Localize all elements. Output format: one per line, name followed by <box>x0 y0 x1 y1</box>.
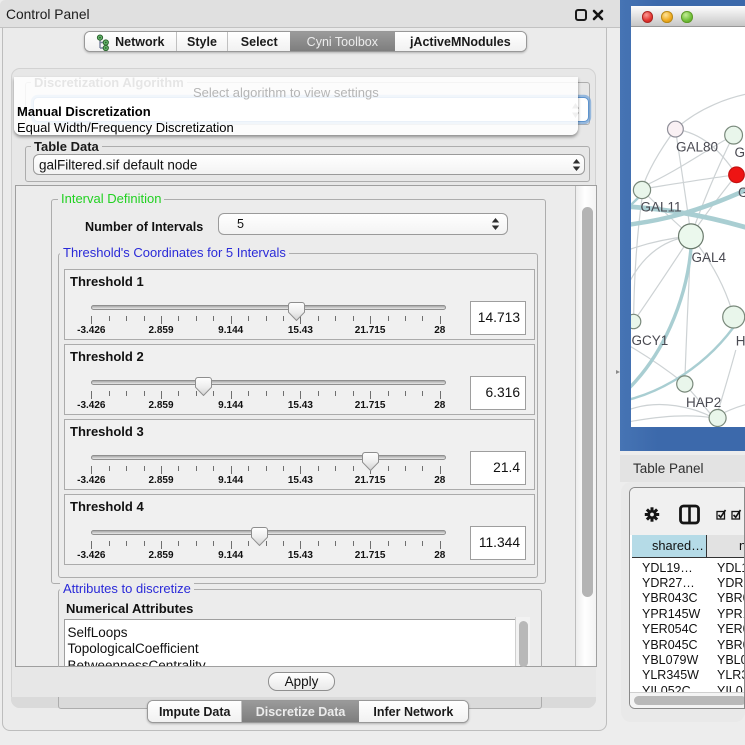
svg-text:G: G <box>738 185 745 200</box>
svg-text:GCY1: GCY1 <box>632 333 669 348</box>
svg-text:H: H <box>736 334 745 349</box>
svg-text:GAL80: GAL80 <box>676 140 718 155</box>
svg-text:G.: G. <box>735 145 745 160</box>
svg-text:GAL4: GAL4 <box>692 250 727 265</box>
svg-text:GAL11: GAL11 <box>641 200 682 215</box>
svg-text:HAP2: HAP2 <box>686 395 721 410</box>
